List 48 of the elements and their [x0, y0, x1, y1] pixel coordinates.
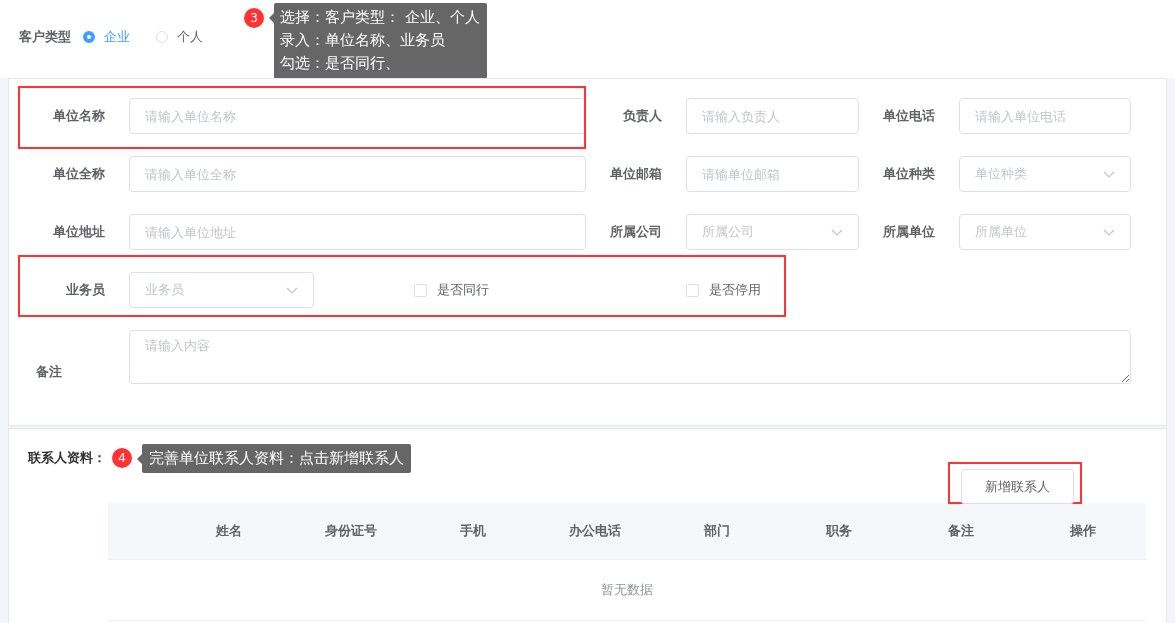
textarea-field[interactable]: 请输入内容	[129, 330, 1131, 384]
add-contact-button[interactable]: 新增联系人	[961, 469, 1074, 504]
step-badge: 3	[244, 8, 264, 28]
checkbox[interactable]	[686, 283, 699, 297]
checkbox[interactable]	[414, 283, 427, 297]
tooltip-text: 勾选：是否同行、	[280, 53, 401, 74]
column-header: 部门	[703, 522, 731, 540]
step-badge: 4	[112, 448, 132, 468]
column-header: 操作	[1069, 522, 1097, 540]
chevron-down-icon	[1103, 170, 1115, 178]
tooltip-text: 完善单位联系人资料：点击新增联系人	[149, 447, 404, 469]
field-label: 单位地址	[52, 223, 106, 241]
field-label: 负责人	[622, 107, 663, 125]
radio-label[interactable]: 个人	[177, 28, 203, 46]
section-label: 联系人资料：	[28, 449, 106, 467]
input-field[interactable]: 请输入单位电话	[959, 98, 1131, 134]
field-label: 单位邮箱	[609, 165, 663, 183]
input-field[interactable]: 请输单位邮箱	[686, 156, 859, 192]
input-field[interactable]: 请输入负责人	[686, 98, 859, 134]
radio-button[interactable]	[83, 31, 95, 43]
column-header: 手机	[459, 522, 487, 540]
column-header: 职务	[825, 522, 853, 540]
tooltip-text: 录入：单位名称、业务员	[280, 30, 446, 51]
field-label: 单位种类	[882, 165, 936, 183]
column-header: 备注	[947, 522, 975, 540]
tooltip-text: 选择：客户类型： 企业、个人	[280, 7, 480, 28]
column-header: 身份证号	[324, 522, 378, 540]
column-header: 姓名	[215, 522, 243, 540]
field-label: 所属单位	[882, 223, 936, 241]
chevron-down-icon	[286, 286, 298, 294]
checkbox-label[interactable]: 是否停用	[709, 281, 761, 299]
field-label: 单位电话	[882, 107, 936, 125]
field-label: 客户类型	[19, 28, 71, 46]
select-field[interactable]: 业务员	[129, 272, 314, 308]
select-field[interactable]: 单位种类	[959, 156, 1131, 192]
chevron-down-icon	[1103, 228, 1115, 236]
field-label: 单位全称	[52, 165, 106, 183]
radio-label[interactable]: 企业	[104, 28, 130, 46]
input-field[interactable]: 请输入单位全称	[129, 156, 586, 192]
empty-message: 暂无数据	[601, 581, 653, 599]
column-header: 办公电话	[568, 522, 622, 540]
input-field[interactable]: 请输入单位名称	[129, 98, 586, 134]
field-label: 业务员	[65, 281, 106, 299]
field-label: 所属公司	[609, 223, 663, 241]
checkbox-label[interactable]: 是否同行	[437, 281, 489, 299]
field-label: 单位名称	[52, 107, 106, 125]
chevron-down-icon	[831, 228, 843, 236]
input-field[interactable]: 请输入单位地址	[129, 214, 586, 250]
